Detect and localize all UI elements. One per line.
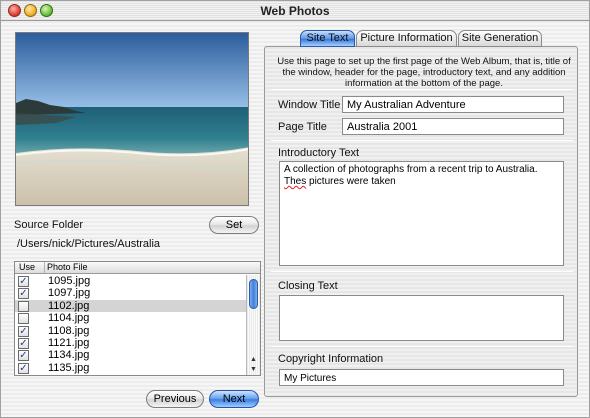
tab-site-text[interactable]: Site Text	[300, 30, 355, 47]
misspelled-word[interactable]: Thes	[284, 176, 306, 187]
page-title-field[interactable]: Australia 2001	[342, 118, 564, 135]
app-window: Web Photos Source Folder Set /Users/nick…	[0, 0, 590, 418]
page-title-label: Page Title	[278, 121, 327, 133]
file-list-row[interactable]: ✓ 1095.jpg	[15, 275, 247, 288]
intro-text-area[interactable]: A collection of photographs from a recen…	[279, 161, 564, 266]
intro-text-line2: pictures were taken	[309, 176, 396, 187]
closing-text-label: Closing Text	[278, 280, 338, 292]
copyright-field[interactable]: My Pictures	[279, 369, 564, 386]
photo-file-name: 1104.jpg	[48, 312, 90, 325]
tab-picture-information[interactable]: Picture Information	[356, 30, 457, 47]
use-checkbox[interactable]	[18, 300, 29, 312]
file-list-row[interactable]: 1102.jpg	[15, 299, 247, 313]
window-title-label: Window Title	[278, 99, 341, 111]
scroll-down-arrow-icon[interactable]: ▼	[248, 365, 259, 375]
set-folder-button[interactable]: Set	[209, 216, 259, 234]
use-checkbox[interactable]: ✓	[18, 350, 29, 362]
column-header-photo-file[interactable]: Photo File	[47, 262, 88, 273]
photo-file-name: 1097.jpg	[48, 287, 91, 300]
file-list-row[interactable]: ✓ 1134.jpg	[15, 349, 247, 362]
beach-photo-image	[16, 33, 248, 205]
scrollbar-thumb[interactable]	[249, 279, 258, 309]
photo-file-name: 1134.jpg	[48, 349, 90, 362]
list-scrollbar[interactable]: ▲ ▼	[246, 275, 260, 375]
photo-file-list[interactable]: Use Photo File ✓ 1095.jpg ✓ 1097.jpg 1102.jp…	[14, 261, 261, 376]
file-list-row[interactable]: ✓ 1135.jpg	[15, 362, 247, 375]
use-checkbox[interactable]: ✓	[18, 288, 29, 300]
photo-preview	[15, 32, 249, 206]
column-header-use[interactable]: Use	[19, 262, 45, 273]
copyright-label: Copyright Information	[278, 353, 384, 365]
divider	[271, 271, 573, 272]
window-title: Web Photos	[260, 4, 330, 18]
photo-file-name: 1102.jpg	[48, 299, 90, 312]
use-checkbox[interactable]: ✓	[18, 325, 29, 337]
use-checkbox[interactable]: ✓	[18, 338, 29, 349]
source-path-field[interactable]: /Users/nick/Pictures/Australia	[14, 236, 260, 254]
divider	[271, 346, 573, 347]
use-checkbox[interactable]: ✓	[18, 276, 29, 287]
photo-file-name: 1135.jpg	[48, 361, 90, 374]
source-folder-label: Source Folder	[14, 219, 84, 231]
intro-text-label: Introductory Text	[278, 147, 360, 159]
previous-button[interactable]: Previous	[146, 390, 204, 408]
file-list-row[interactable]: ✓ 1121.jpg	[15, 337, 247, 350]
window-title-field[interactable]: My Australian Adventure	[342, 96, 564, 113]
intro-text-line1: A collection of photographs from a recen…	[284, 164, 538, 175]
photo-file-name: 1121.jpg	[48, 337, 90, 349]
closing-text-area[interactable]	[279, 295, 564, 341]
title-bar[interactable]: Web Photos	[1, 1, 589, 21]
use-checkbox[interactable]: ✓	[18, 362, 29, 374]
file-list-row[interactable]: 1104.jpg	[15, 312, 247, 325]
file-list-row[interactable]: ✓ 1097.jpg	[15, 287, 247, 300]
file-list-row[interactable]: ✓ 1108.jpg	[15, 325, 247, 338]
photo-file-name: 1095.jpg	[48, 275, 91, 287]
panel-description: Use this page to set up the first page o…	[277, 56, 571, 89]
next-button[interactable]: Next	[209, 390, 259, 408]
photo-file-name: 1108.jpg	[48, 324, 90, 337]
tab-site-generation[interactable]: Site Generation	[458, 30, 542, 47]
divider	[271, 140, 573, 141]
scroll-up-arrow-icon[interactable]: ▲	[248, 355, 259, 365]
divider	[271, 89, 573, 90]
use-checkbox[interactable]	[18, 313, 29, 325]
list-header: Use Photo File	[15, 262, 260, 274]
